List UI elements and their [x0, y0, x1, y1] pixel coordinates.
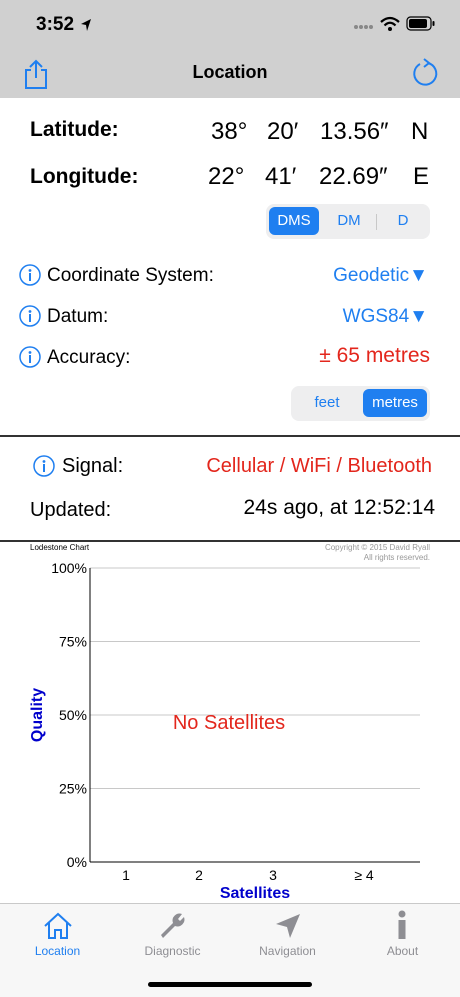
segment-dms[interactable]: DMS	[269, 207, 319, 235]
house-icon	[44, 912, 72, 939]
coordinate-system-dropdown[interactable]: Geodetic▼	[333, 265, 428, 287]
longitude-minutes: 41′	[265, 163, 297, 190]
datum-info-icon[interactable]	[19, 305, 41, 327]
x-axis-title: Satellites	[220, 885, 290, 901]
updated-label: Updated:	[30, 499, 112, 521]
chart-name: Lodestone Chart	[30, 543, 90, 552]
format-segmented-control: DMS DM D	[266, 204, 430, 239]
latitude-hemisphere: N	[411, 118, 429, 145]
datum-label: Datum:	[47, 306, 109, 327]
x-tick-label: 3	[269, 867, 277, 883]
segment-feet[interactable]: feet	[294, 389, 360, 417]
accuracy-label: Accuracy:	[47, 347, 131, 368]
latitude-label: Latitude:	[30, 118, 119, 141]
page-title: Location	[192, 62, 268, 82]
tab-navigation-label: Navigation	[259, 944, 316, 958]
y-tick-label: 100%	[51, 560, 87, 576]
satellite-quality-chart: Lodestone Chart Copyright © 2015 David R…	[29, 543, 430, 901]
y-tick-label: 75%	[59, 634, 87, 650]
datum-dropdown[interactable]: WGS84▼	[343, 306, 428, 328]
status-time: 3:52	[36, 14, 75, 35]
segment-divider	[376, 214, 377, 230]
units-segmented-control: feet metres	[291, 386, 430, 421]
tab-location[interactable]: Location	[0, 904, 115, 964]
segment-d[interactable]: D	[378, 207, 428, 235]
tab-about[interactable]: About	[345, 904, 460, 964]
share-button[interactable]	[22, 58, 50, 90]
longitude-seconds: 22.69″	[319, 163, 388, 190]
tab-diagnostic-label: Diagnostic	[144, 944, 201, 958]
refresh-button[interactable]	[410, 58, 440, 88]
location-arrow-icon	[81, 19, 91, 31]
chart-copyright-line2: All rights reserved.	[364, 553, 430, 562]
tab-diagnostic[interactable]: Diagnostic	[115, 904, 230, 964]
signal-label: Signal:	[62, 455, 124, 477]
info-icon	[398, 910, 406, 939]
wifi-icon	[380, 16, 400, 31]
y-axis-title: Quality	[29, 688, 46, 742]
segment-dm[interactable]: DM	[324, 207, 374, 235]
latitude-minutes: 20′	[267, 118, 299, 145]
wrench-icon	[161, 913, 185, 938]
cellular-dots-icon	[354, 25, 373, 29]
battery-icon	[406, 16, 435, 31]
home-indicator	[148, 982, 312, 987]
x-tick-label: 1	[122, 867, 130, 883]
navigation-arrow-icon	[276, 914, 300, 938]
tab-navigation[interactable]: Navigation	[230, 904, 345, 964]
y-tick-label: 50%	[59, 707, 87, 723]
segment-metres[interactable]: metres	[363, 389, 427, 417]
section-divider	[0, 435, 460, 437]
x-tick-label: ≥ 4	[354, 867, 374, 883]
longitude-hemisphere: E	[413, 163, 430, 190]
coordinate-system-label: Coordinate System:	[47, 265, 214, 286]
tab-location-label: Location	[34, 944, 81, 958]
accuracy-info-icon[interactable]	[19, 346, 41, 368]
longitude-degrees: 22°	[208, 163, 245, 190]
updated-value: 24s ago, at 12:52:14	[243, 496, 436, 519]
coordinate-system-info-icon[interactable]	[19, 264, 41, 286]
chart-copyright-line1: Copyright © 2015 David Ryall	[325, 543, 430, 552]
tab-about-label: About	[386, 944, 419, 958]
longitude-label: Longitude:	[30, 165, 139, 188]
accuracy-value: ± 65 metres	[319, 344, 430, 367]
y-tick-label: 0%	[67, 854, 87, 870]
signal-info-icon[interactable]	[33, 455, 55, 477]
y-tick-label: 25%	[59, 781, 87, 797]
no-satellites-message: No Satellites	[173, 712, 285, 734]
latitude-seconds: 13.56″	[320, 118, 389, 145]
latitude-degrees: 38°	[211, 118, 248, 145]
signal-value: Cellular / WiFi / Bluetooth	[206, 455, 432, 477]
x-tick-label: 2	[195, 867, 203, 883]
